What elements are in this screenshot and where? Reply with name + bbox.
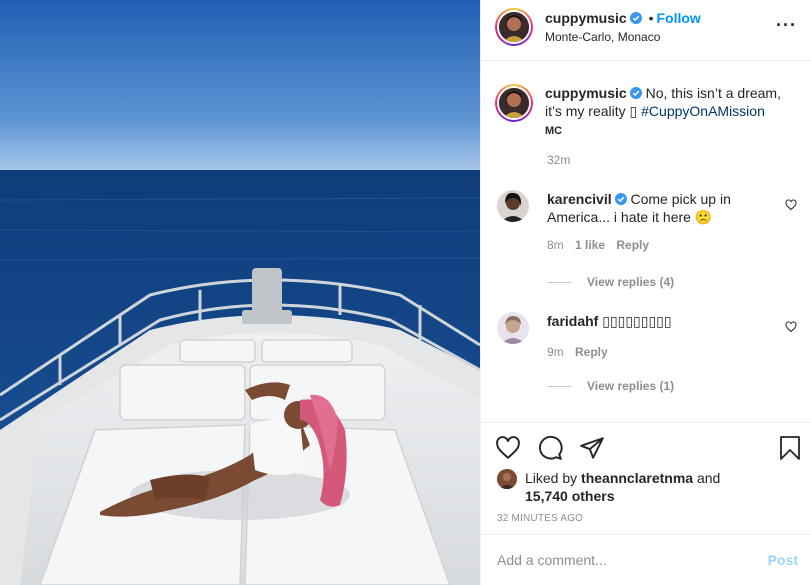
comment-input[interactable] [497,552,768,568]
liked-by-prefix: Liked by [525,470,578,486]
post-details-panel: cuppymusic • Follow Monte-Carlo, Monaco ·… [480,0,811,585]
caption-hashtag[interactable]: #CuppyOnAMission [641,103,765,119]
view-replies-button[interactable]: View replies (4) [547,275,674,289]
commenter-avatar[interactable] [497,312,529,344]
post-timestamp[interactable]: 32 MINUTES AGO [497,513,583,524]
caption-signature: MC [545,125,563,137]
add-comment-bar: Post [481,534,811,585]
comment-bubble-icon[interactable] [537,435,563,461]
like-comment-heart-icon[interactable] [785,320,797,333]
post-location[interactable]: Monte-Carlo, Monaco [545,30,701,44]
reply-button[interactable]: Reply [616,238,649,252]
post-comment-button[interactable]: Post [768,552,798,568]
follow-button[interactable]: Follow [657,10,701,26]
liked-by: Liked by theannclaretnma and 15,740 othe… [497,469,720,505]
replies-divider [547,385,571,387]
caption-time[interactable]: 32m [547,153,570,167]
view-replies-label: View replies (1) [587,379,675,393]
comment-item: karencivil Come pick up in America... i … [497,190,797,254]
yacht-photo [0,0,480,585]
comments-list[interactable]: cuppymusic No, this isn’t a dream, it’s … [481,62,811,422]
header-separator: • [648,10,654,26]
caption-avatar[interactable] [495,84,533,122]
post-header: cuppymusic • Follow Monte-Carlo, Monaco ·… [481,0,811,61]
verified-badge-icon [629,11,642,24]
caption-username[interactable]: cuppymusic [545,85,627,101]
comment-item: faridahf ▯▯▯▯▯▯▯▯▯ 9m Reply [497,312,797,361]
post-caption: cuppymusic No, this isn’t a dream, it’s … [495,84,805,140]
comment-likes[interactable]: 1 like [575,238,605,252]
instagram-post: cuppymusic • Follow Monte-Carlo, Monaco ·… [0,0,811,585]
comment-text: ▯▯▯▯▯▯▯▯▯ [602,313,672,329]
view-replies-label: View replies (4) [587,275,675,289]
paper-plane-icon[interactable] [579,435,605,461]
comment-time[interactable]: 9m [547,345,564,359]
heart-icon[interactable] [495,435,521,461]
reply-button[interactable]: Reply [575,345,608,359]
comment-username[interactable]: faridahf [547,313,598,329]
liker-username[interactable]: theannclaretnma [581,470,693,486]
post-actions: Liked by theannclaretnma and 15,740 othe… [481,422,811,534]
comment-username[interactable]: karencivil [547,191,612,207]
more-dots-icon[interactable]: ··· [776,15,797,36]
liked-by-and: and [696,470,721,486]
comment-time[interactable]: 8m [547,238,564,252]
author-avatar[interactable] [495,8,533,46]
view-replies-button[interactable]: View replies (1) [547,379,674,393]
verified-badge-icon [614,191,627,205]
liker-avatar[interactable] [497,469,517,489]
likes-count[interactable]: 15,740 others [525,488,615,504]
like-comment-heart-icon[interactable] [785,198,797,211]
author-username[interactable]: cuppymusic [545,10,627,26]
replies-divider [547,281,571,283]
verified-badge-icon [629,85,642,99]
bookmark-icon[interactable] [778,435,802,461]
post-photo[interactable] [0,0,480,585]
commenter-avatar[interactable] [497,190,529,222]
